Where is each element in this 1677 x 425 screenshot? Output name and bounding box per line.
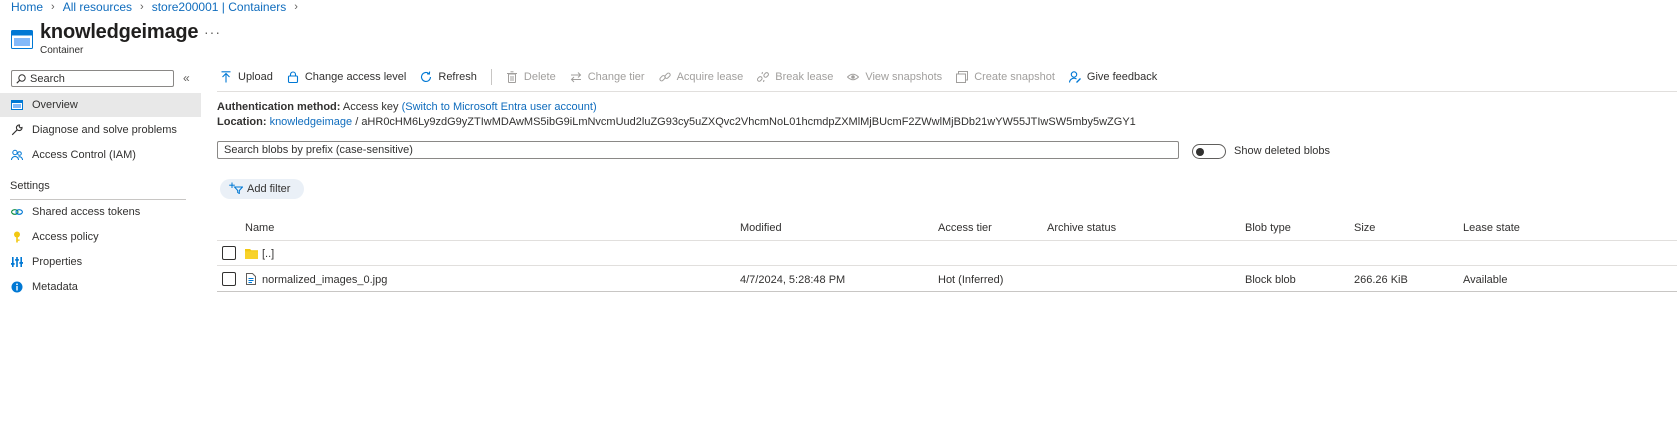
blob-access-tier: Hot (Inferred) [938,274,1004,286]
search-icon [16,73,26,84]
sidebar-item-properties[interactable]: Properties [0,250,201,274]
column-header-lease-state[interactable]: Lease state [1463,222,1520,234]
container-icon [11,99,23,111]
location-label: Location: [217,116,267,128]
sidebar-item-label: Properties [32,256,83,268]
sidebar-item-access-policy[interactable]: Access policy [0,225,201,249]
page-subtitle: Container [40,45,84,56]
refresh-button[interactable]: Refresh [420,71,477,83]
info-icon [11,281,23,293]
broken-link-icon [757,71,770,83]
breadcrumb-home-link[interactable]: Home [11,0,43,14]
auth-method-value: Access key [342,101,399,113]
upload-button[interactable]: Upload [220,71,273,83]
chevron-right-icon: › [294,1,298,13]
sidebar-item-metadata[interactable]: Metadata [0,275,201,299]
column-header-size[interactable]: Size [1354,222,1375,234]
container-icon [11,30,33,49]
divider [217,240,1677,241]
blob-name-link[interactable]: normalized_images_0.jpg [262,274,387,286]
row-checkbox[interactable] [222,246,236,260]
add-filter-button[interactable]: Add filter [220,179,304,199]
sidebar-item-label: Access policy [32,231,99,243]
add-filter-icon [229,182,244,197]
page-title: knowledgeimage [40,21,199,43]
link-icon [658,71,671,83]
sidebar-item-overview[interactable]: Overview [0,93,201,117]
acquire-lease-button[interactable]: Acquire lease [658,71,743,83]
wrench-icon [11,124,23,136]
column-header-blob-type[interactable]: Blob type [1245,222,1291,234]
key-icon [11,231,23,243]
eye-icon [847,71,860,83]
divider [217,291,1677,292]
create-snapshot-button[interactable]: Create snapshot [956,71,1055,83]
command-bar: Upload Change access level Refresh Delet… [220,68,1171,86]
blob-modified: 4/7/2024, 5:28:48 PM [740,274,846,286]
sliders-icon [11,256,23,268]
sidebar-item-label: Shared access tokens [32,206,141,218]
collapse-sidebar-icon[interactable]: « [183,71,190,85]
sidebar-item-iam[interactable]: Access Control (IAM) [0,143,201,167]
lock-icon [287,71,299,83]
column-header-archive-status[interactable]: Archive status [1047,222,1116,234]
blob-lease-state: Available [1463,274,1508,286]
sidebar-search[interactable] [11,70,174,87]
sidebar-item-shared-access-tokens[interactable]: Shared access tokens [0,200,201,224]
location-separator: / [355,116,359,128]
location-path: aHR0cHM6Ly9zdG9yZTIwMDAwMS5ibG9iLmNvcmUu… [361,116,1136,128]
sidebar-item-label: Overview [32,99,78,111]
people-icon [11,149,23,161]
chevron-right-icon: › [51,1,55,13]
snapshot-icon [956,71,969,83]
chevron-right-icon: › [140,1,144,13]
auth-method-label: Authentication method: [217,101,341,113]
sidebar-item-label: Access Control (IAM) [32,149,136,161]
show-deleted-blobs-label: Show deleted blobs [1234,145,1331,157]
delete-button[interactable]: Delete [506,71,556,83]
sidebar-item-diagnose[interactable]: Diagnose and solve problems [0,118,201,142]
location-container-link[interactable]: knowledgeimage [270,116,353,128]
trash-icon [506,71,518,83]
sidebar-item-label: Metadata [32,281,78,293]
column-header-access-tier[interactable]: Access tier [938,222,992,234]
swap-arrows-icon [570,71,582,83]
divider [217,91,1677,92]
column-header-name[interactable]: Name [245,222,274,234]
view-snapshots-button[interactable]: View snapshots [847,71,942,83]
row-checkbox[interactable] [222,272,236,286]
toolbar-divider [490,69,492,85]
blob-type: Block blob [1245,274,1296,286]
break-lease-button[interactable]: Break lease [757,71,833,83]
column-header-modified[interactable]: Modified [740,222,782,234]
sidebar-item-label: Diagnose and solve problems [32,124,177,136]
breadcrumb: Home › All resources › store200001 | Con… [11,0,306,14]
blob-size: 266.26 KiB [1354,274,1408,286]
change-access-level-button[interactable]: Change access level [287,71,406,83]
link-icon [11,206,23,218]
sidebar-search-input[interactable] [30,72,170,85]
more-options-icon[interactable]: ··· [204,24,221,40]
divider [217,265,1677,266]
upload-icon [220,71,232,83]
toggle-knob [1196,147,1204,156]
auth-method-line: Authentication method: Access key (Switc… [217,101,597,113]
switch-auth-link[interactable]: (Switch to Microsoft Entra user account) [402,101,597,113]
show-deleted-blobs-toggle[interactable] [1192,144,1226,159]
give-feedback-button[interactable]: Give feedback [1068,71,1157,83]
file-icon [246,273,256,288]
location-line: Location: knowledgeimage / aHR0cHM6Ly9zd… [217,116,1136,128]
breadcrumb-all-resources-link[interactable]: All resources [63,0,132,14]
folder-icon [245,248,258,262]
change-tier-button[interactable]: Change tier [570,71,645,83]
refresh-icon [420,71,432,83]
blob-search-box[interactable] [217,141,1179,159]
sidebar-section-settings: Settings [10,180,50,192]
feedback-icon [1068,71,1081,83]
parent-folder-link[interactable]: [..] [262,248,274,260]
blob-search-input[interactable] [224,142,1178,158]
breadcrumb-containers-link[interactable]: store200001 | Containers [152,0,287,14]
